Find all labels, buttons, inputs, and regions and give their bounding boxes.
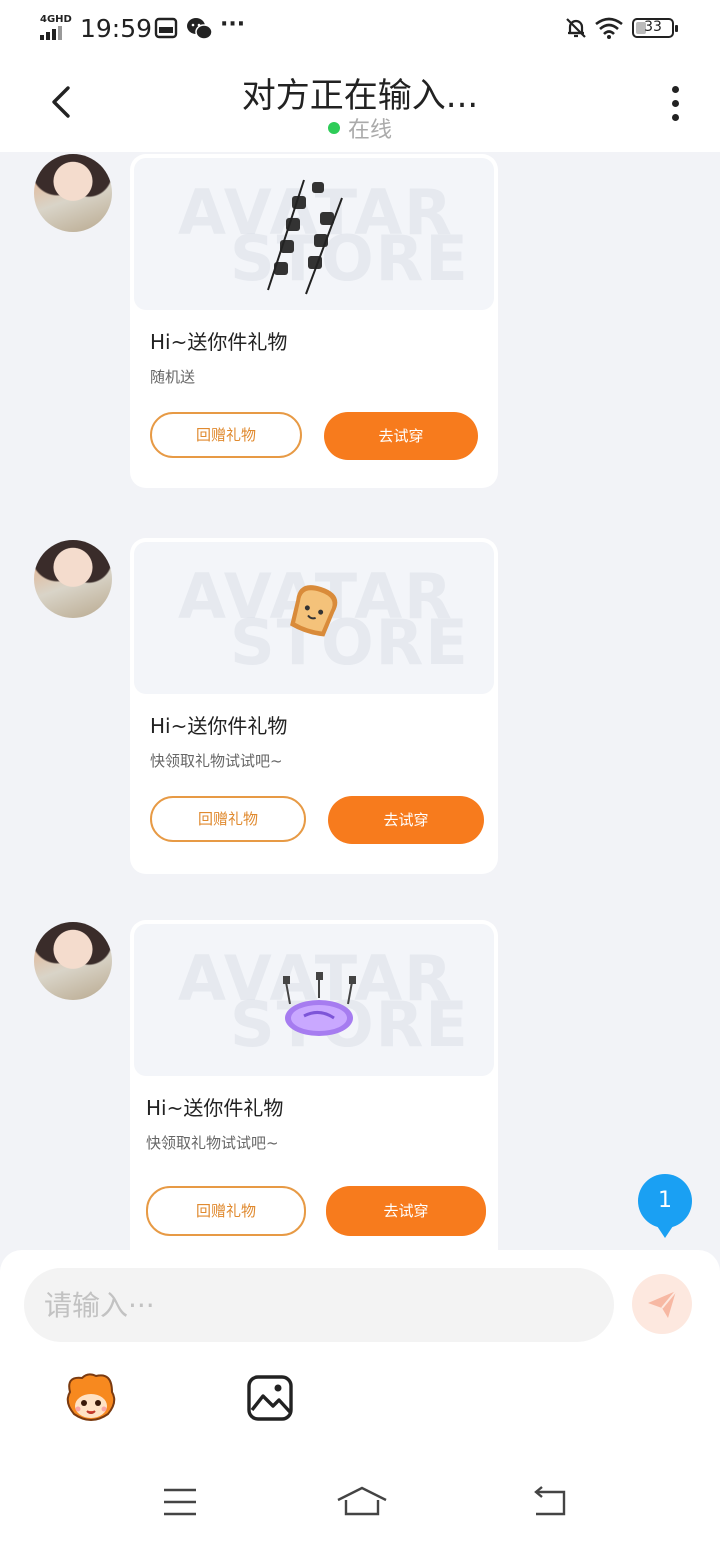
gift-subtitle: 快领取礼物试试吧~ (146, 1134, 279, 1152)
gift-title: Hi~送你件礼物 (150, 330, 288, 354)
online-dot (327, 122, 340, 134)
signal-icon (40, 26, 70, 40)
online-status: 在线 (0, 112, 720, 144)
mute-bell-icon (564, 16, 588, 46)
status-bar: 4GHD 19:59 ··· 33 (0, 0, 720, 60)
image-icon (247, 1375, 293, 1421)
gift-subtitle: 随机送 (150, 368, 196, 386)
try-on-button[interactable]: 去试穿 (324, 412, 478, 460)
send-button[interactable] (632, 1274, 692, 1334)
sender-avatar[interactable] (34, 922, 112, 1000)
sticker-button[interactable] (62, 1370, 120, 1428)
page-title: 对方正在输入... (241, 76, 479, 116)
wifi-icon (594, 16, 624, 46)
purple-disc-gift-icon (283, 972, 356, 1036)
sender-avatar[interactable] (34, 154, 112, 232)
menu-icon (164, 1488, 196, 1516)
wechat-icon (186, 16, 214, 48)
more-options-button[interactable] (664, 84, 688, 124)
watermark-line2: STORE (230, 606, 470, 679)
network-type: 4GHD (40, 14, 72, 25)
gift-card: AVATAR STORE Hi~送你件礼物 快领取礼物试试吧~ 回赠礼物 去试穿 (130, 538, 498, 874)
mascot-face-icon (66, 1373, 116, 1421)
gift-image[interactable]: AVATAR STORE (134, 542, 494, 694)
return-gift-button[interactable]: 回赠礼物 (146, 1186, 306, 1236)
message-input[interactable] (24, 1268, 614, 1342)
toast-gift-icon (290, 585, 338, 637)
back-nav-button[interactable] (528, 1482, 572, 1522)
try-on-button[interactable]: 去试穿 (328, 796, 484, 844)
gift-card: AVATAR STORE Hi~送你件礼物 快领取礼物试试吧~ 回赠礼物 去试穿 (130, 920, 498, 1252)
return-icon (534, 1486, 566, 1516)
sim-card-icon (154, 16, 178, 46)
gift-image[interactable]: AVATAR STORE (134, 924, 494, 1076)
online-status-label: 在线 (347, 118, 392, 143)
send-icon (648, 1290, 677, 1318)
home-button[interactable] (334, 1482, 390, 1522)
battery-icon: 33 (632, 18, 678, 38)
home-icon (337, 1486, 387, 1516)
try-on-button[interactable]: 去试穿 (326, 1186, 486, 1236)
image-picker-button[interactable] (246, 1374, 294, 1422)
return-gift-button[interactable]: 回赠礼物 (150, 796, 306, 842)
gift-title: Hi~送你件礼物 (150, 714, 288, 738)
gift-image[interactable]: AVATAR STORE (134, 158, 494, 310)
sender-avatar[interactable] (34, 540, 112, 618)
skewer-gift-icon (267, 179, 343, 295)
more-notifications-icon: ··· (220, 12, 246, 37)
clock: 19:59 (80, 14, 153, 43)
chat-messages[interactable]: AVATAR STORE Hi~送你件礼物 随机送 回赠礼物 去试穿 AVATA… (0, 152, 720, 1252)
recent-apps-button[interactable] (160, 1482, 204, 1522)
gift-title: Hi~送你件礼物 (146, 1096, 284, 1120)
battery-level: 33 (644, 19, 662, 35)
unread-count-badge[interactable]: 1 (638, 1174, 692, 1238)
chat-header: 对方正在输入... 在线 (0, 60, 720, 152)
gift-subtitle: 快领取礼物试试吧~ (150, 752, 283, 770)
gift-card: AVATAR STORE Hi~送你件礼物 随机送 回赠礼物 去试穿 (130, 154, 498, 488)
return-gift-button[interactable]: 回赠礼物 (150, 412, 302, 458)
